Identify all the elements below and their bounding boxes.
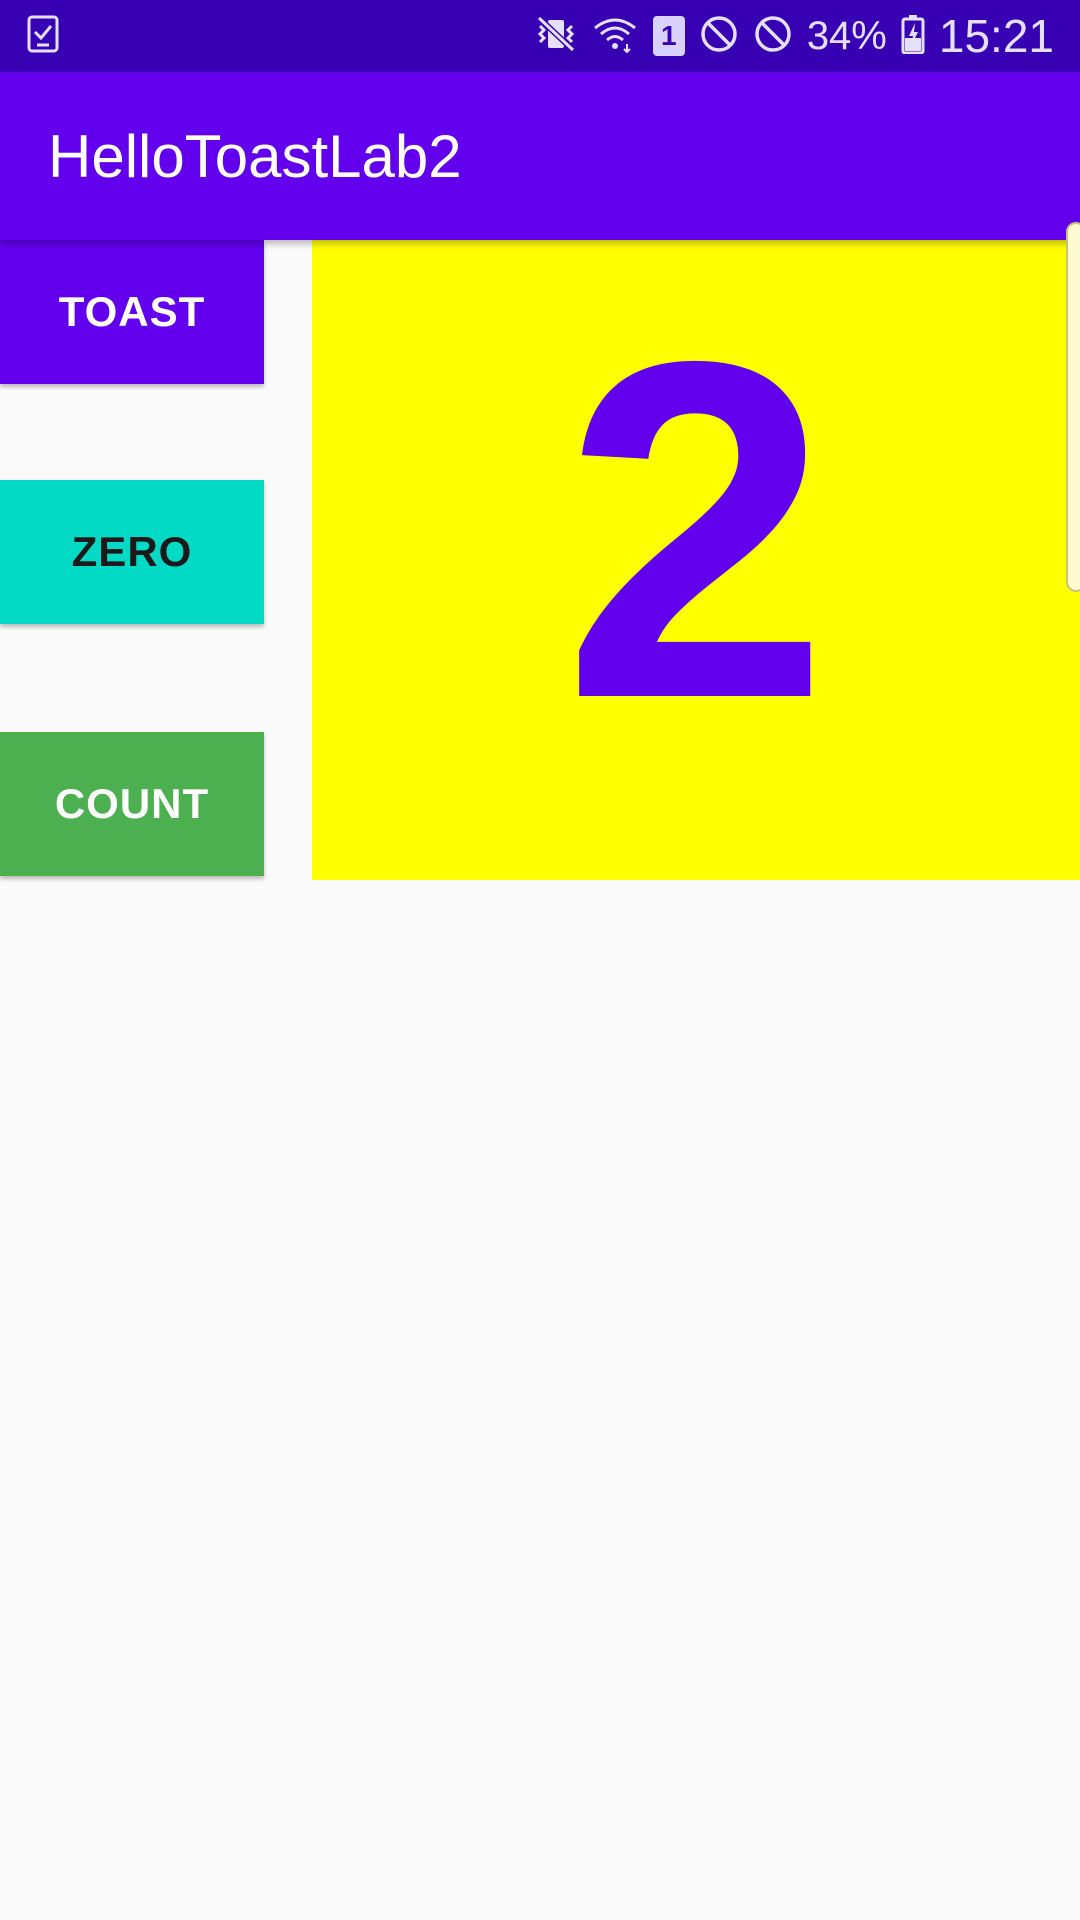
count-button[interactable]: COUNT bbox=[0, 732, 264, 876]
app-title: HelloToastLab2 bbox=[48, 122, 462, 190]
toast-button[interactable]: TOAST bbox=[0, 240, 264, 384]
zero-button[interactable]: ZERO bbox=[0, 480, 264, 624]
count-display: 2 bbox=[312, 240, 1080, 880]
clipboard-check-icon bbox=[26, 14, 60, 59]
sim-icon: 1 bbox=[652, 16, 685, 56]
block-icon bbox=[699, 14, 739, 59]
vibrate-mute-icon bbox=[535, 14, 577, 59]
battery-percent: 34% bbox=[806, 13, 887, 58]
edge-panel-handle[interactable] bbox=[1066, 222, 1080, 592]
block-icon bbox=[753, 14, 793, 59]
count-value: 2 bbox=[562, 261, 830, 798]
battery-charging-icon bbox=[901, 14, 925, 59]
clock: 15:21 bbox=[938, 10, 1054, 62]
status-bar: 1 34% 15:21 bbox=[0, 0, 1080, 72]
wifi-icon bbox=[591, 14, 639, 59]
app-bar: HelloToastLab2 bbox=[0, 72, 1080, 240]
status-right: 1 34% 15:21 bbox=[535, 9, 1054, 63]
status-left bbox=[26, 14, 60, 59]
